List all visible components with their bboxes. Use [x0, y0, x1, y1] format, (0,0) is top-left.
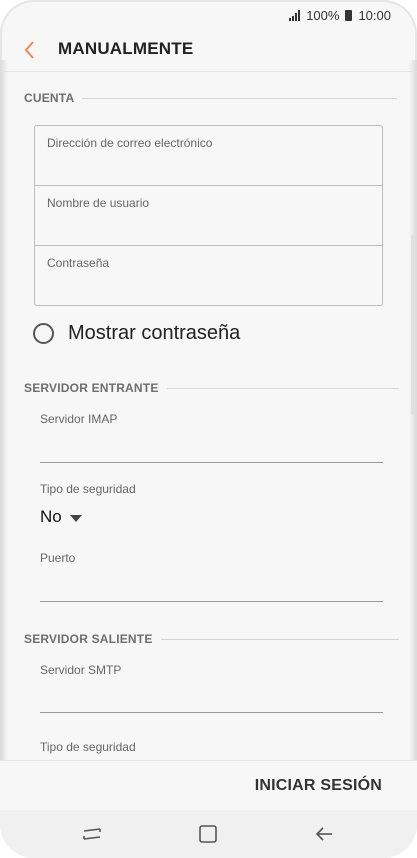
dropdown-arrow-icon — [69, 514, 82, 522]
section-incoming-header: SERVIDOR ENTRANTE — [24, 381, 399, 395]
chevron-left-icon[interactable] — [20, 39, 42, 61]
email-field[interactable]: Dirección de correo electrónico — [35, 126, 382, 186]
page-title: MANUALMENTE — [58, 39, 194, 58]
username-placeholder: Nombre de usuario — [47, 196, 150, 210]
status-bar: 100% 10:00 — [289, 6, 391, 24]
smtp-server-label: Servidor SMTP — [40, 663, 122, 677]
recent-apps-icon[interactable] — [80, 822, 104, 846]
divider — [160, 638, 399, 640]
clock: 10:00 — [358, 7, 391, 23]
app-header: MANUALMENTE — [0, 28, 417, 72]
show-password-toggle[interactable]: Mostrar contraseña — [33, 322, 240, 345]
section-account-header: CUENTA — [24, 91, 397, 105]
section-title: SERVIDOR SALIENTE — [24, 632, 153, 646]
show-password-label: Mostrar contraseña — [68, 322, 241, 344]
account-fields-box: Dirección de correo electrónico Nombre d… — [34, 125, 383, 306]
port-label: Puerto — [40, 551, 76, 565]
incoming-security-label: Tipo de seguridad — [40, 482, 136, 496]
section-outgoing-header: SERVIDOR SALIENTE — [24, 632, 399, 646]
outgoing-security-label: Tipo de seguridad — [40, 740, 136, 754]
navigation-bar — [0, 810, 417, 858]
section-title: CUENTA — [24, 91, 75, 105]
divider — [82, 97, 397, 99]
section-title: SERVIDOR ENTRANTE — [24, 381, 159, 395]
smtp-server-input[interactable] — [40, 712, 383, 713]
bottom-action-bar: INICIAR SESIÓN — [0, 760, 417, 810]
imap-server-input[interactable] — [40, 462, 383, 463]
divider — [166, 387, 399, 389]
screen-edge-left — [0, 60, 8, 798]
login-button[interactable]: INICIAR SESIÓN — [255, 777, 382, 795]
port-input[interactable] — [40, 601, 383, 602]
incoming-security-select[interactable]: No — [40, 507, 82, 527]
signal-icon — [289, 9, 301, 21]
email-placeholder: Dirección de correo electrónico — [47, 136, 213, 150]
battery-percentage: 100% — [306, 7, 340, 23]
screen-edge-right — [409, 60, 417, 798]
incoming-security-value: No — [40, 507, 62, 526]
phone-screen: 100% 10:00 MANUALMENTE CUENTA Dirección … — [0, 0, 417, 858]
home-icon[interactable] — [196, 822, 220, 846]
scrollbar[interactable] — [411, 235, 415, 415]
username-field[interactable]: Nombre de usuario — [35, 186, 382, 246]
battery-icon — [345, 9, 353, 21]
password-placeholder: Contraseña — [47, 256, 110, 270]
password-field[interactable]: Contraseña — [35, 246, 382, 307]
imap-server-label: Servidor IMAP — [40, 412, 118, 426]
radio-button[interactable] — [33, 323, 54, 344]
back-arrow-icon[interactable] — [312, 822, 336, 846]
